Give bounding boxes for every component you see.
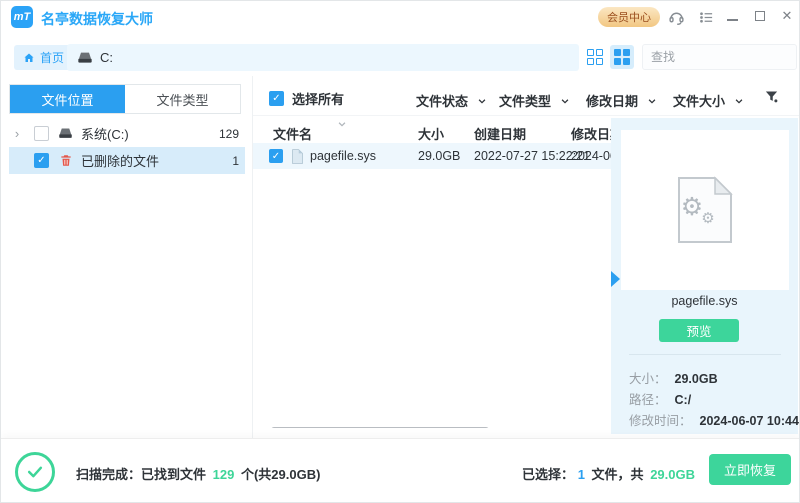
support-headset-icon[interactable]: [667, 8, 685, 26]
recover-now-button[interactable]: 立即恢复: [709, 454, 791, 485]
maximize-button[interactable]: [751, 7, 769, 25]
filter-label: 修改日期: [586, 91, 638, 110]
tree-checkbox[interactable]: [34, 126, 49, 141]
cell-modified-date: 2024-06-07 10:44: [571, 149, 611, 163]
cell-file-size: 29.0GB: [418, 149, 460, 163]
selected-unit: 文件，共: [592, 467, 644, 482]
tab-file-location[interactable]: 文件位置: [10, 85, 125, 113]
detail-path: 路径： C:/: [629, 389, 691, 408]
selected-size: 29.0GB: [650, 467, 695, 482]
gear-icon: ⚙: [681, 192, 703, 222]
col-header-size[interactable]: 大小: [418, 124, 444, 143]
table-row[interactable]: ✓ pagefile.sys 29.0GB 2022-07-27 15:22:2…: [253, 143, 611, 169]
file-icon: [291, 149, 304, 164]
detail-size: 大小： 29.0GB: [629, 368, 718, 387]
selected-count: 1: [578, 467, 585, 482]
tree-item-label: 系统(C:): [81, 124, 129, 143]
logo-text: mT: [14, 11, 31, 23]
detail-modified-value: 2024-06-07 10:44: [700, 414, 799, 428]
filter-file-size[interactable]: 文件大小: [673, 91, 744, 110]
filter-toolbar: ✓ 选择所有 文件状态 文件类型 修改日期 文件大小: [253, 76, 800, 116]
row-checkbox[interactable]: ✓: [269, 149, 283, 163]
sidebar: 文件位置 文件类型 › 系统(C:) 129 ✓ 已删除的文件 1: [1, 76, 253, 438]
gear-small-icon: ⚙: [701, 209, 714, 227]
member-center-button[interactable]: 会员中心: [598, 7, 660, 27]
sidebar-tabs: 文件位置 文件类型: [9, 84, 241, 114]
drive-icon: [58, 127, 73, 140]
select-all-checkbox[interactable]: ✓: [269, 91, 284, 106]
search-input[interactable]: [643, 50, 800, 64]
select-all-control[interactable]: ✓ 选择所有: [269, 89, 344, 108]
cell-file-name: pagefile.sys: [310, 149, 376, 163]
filter-label: 文件类型: [499, 91, 551, 110]
home-icon: [23, 52, 35, 64]
grid-view-button[interactable]: [583, 45, 607, 69]
drive-tab[interactable]: C:: [67, 44, 579, 71]
grid-filled-icon: [614, 49, 630, 65]
chevron-down-icon: [477, 96, 487, 106]
preview-thumbnail: ⚙ ⚙: [621, 130, 789, 290]
drive-label: C:: [100, 50, 113, 65]
preview-button[interactable]: 预览: [659, 319, 739, 342]
filter-modified-date[interactable]: 修改日期: [586, 91, 657, 110]
filter-label: 文件大小: [673, 91, 725, 110]
chevron-down-icon: [560, 96, 570, 106]
scan-total-size: 个(共29.0GB): [241, 467, 320, 482]
preview-divider: [629, 354, 781, 355]
horizontal-scrollbar[interactable]: [271, 427, 489, 428]
menu-list-icon[interactable]: [697, 8, 715, 26]
detail-path-label: 路径：: [629, 393, 667, 407]
scan-result-prefix: 扫描完成：已找到文件: [76, 467, 206, 482]
grid-outline-icon: [587, 49, 603, 65]
col-header-modified[interactable]: 修改日期: [571, 124, 611, 143]
detail-size-label: 大小：: [629, 372, 667, 386]
expander-chevron-icon[interactable]: ›: [9, 126, 25, 141]
home-nav-chip[interactable]: 首页: [14, 45, 73, 70]
scan-complete-check-icon: [15, 452, 55, 492]
app-logo-icon: mT: [11, 6, 33, 28]
select-all-label: 选择所有: [292, 89, 344, 108]
preview-panel: ⚙ ⚙ pagefile.sys 预览 大小： 29.0GB 路径： C:/ 修改时…: [611, 118, 798, 434]
tab-file-type[interactable]: 文件类型: [125, 85, 240, 113]
detail-modified: 修改时间： 2024-06-07 10:44: [629, 410, 799, 429]
tree-item-count: 1: [232, 154, 239, 168]
filter-file-status[interactable]: 文件状态: [416, 91, 487, 110]
selection-summary: 已选择： 1 文件，共 29.0GB: [522, 464, 695, 483]
tree-item-system-c[interactable]: › 系统(C:) 129: [9, 120, 245, 147]
tree-checkbox[interactable]: ✓: [34, 153, 49, 168]
search-box: [642, 44, 797, 70]
col-header-name[interactable]: 文件名: [273, 124, 312, 143]
app-title: 名亭数据恢复大师: [41, 9, 153, 29]
detail-path-value: C:/: [675, 393, 692, 407]
tree-item-deleted-files[interactable]: ✓ 已删除的文件 1: [9, 147, 245, 174]
detail-modified-label: 修改时间：: [629, 414, 692, 428]
detail-size-value: 29.0GB: [675, 372, 718, 386]
trash-icon: [59, 153, 73, 168]
sort-chevron-icon[interactable]: [337, 116, 347, 134]
chevron-down-icon: [647, 96, 657, 106]
preview-filename: pagefile.sys: [611, 294, 798, 308]
chevron-down-icon: [734, 96, 744, 106]
drive-icon: [77, 51, 93, 65]
scan-file-count: 129: [213, 467, 235, 482]
filter-file-type[interactable]: 文件类型: [499, 91, 570, 110]
selected-label: 已选择：: [522, 467, 574, 482]
minimize-button[interactable]: [723, 7, 741, 25]
status-bar: 扫描完成：已找到文件 129 个(共29.0GB) 已选择： 1 文件，共 29…: [1, 438, 800, 503]
home-label: 首页: [40, 49, 64, 66]
tree-item-label: 已删除的文件: [81, 151, 159, 170]
filter-funnel-icon[interactable]: [764, 89, 779, 109]
file-table: 文件名 大小 创建日期 修改日期 ✓ pagefile.sys 29.0GB 2…: [253, 116, 611, 428]
app-window: mT 名亭数据恢复大师 会员中心 ✕ 首页: [0, 0, 800, 503]
close-button[interactable]: ✕: [778, 7, 796, 25]
filter-label: 文件状态: [416, 91, 468, 110]
grid-view-active-button[interactable]: [610, 45, 634, 69]
tree-item-count: 129: [219, 127, 239, 141]
scan-result-text: 扫描完成：已找到文件 129 个(共29.0GB): [76, 464, 320, 483]
col-header-created[interactable]: 创建日期: [474, 124, 526, 143]
panel-collapse-arrow-icon[interactable]: [611, 271, 620, 287]
